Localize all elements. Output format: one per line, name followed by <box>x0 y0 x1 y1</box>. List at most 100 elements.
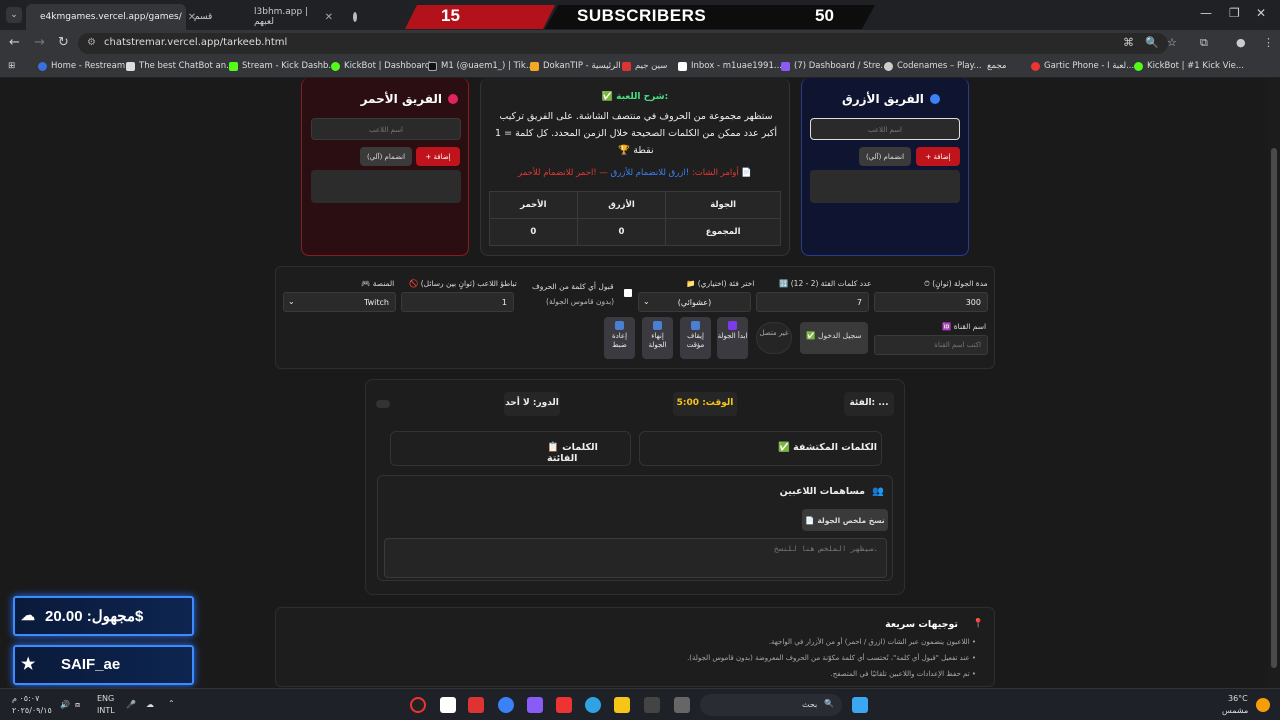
lang-primary[interactable]: ENG <box>97 694 114 703</box>
blue-team-title: الفريق الأزرق <box>842 92 940 106</box>
obs-icon[interactable] <box>410 697 426 713</box>
toggle-switch[interactable] <box>376 400 390 408</box>
copilot-icon[interactable] <box>527 697 543 713</box>
pause-button[interactable]: إيقاف مؤقت <box>680 317 711 359</box>
tab-globe[interactable] <box>345 4 365 30</box>
round-duration-input[interactable]: 300 <box>874 292 988 312</box>
forward-icon[interactable]: → <box>34 35 45 50</box>
tab-e4kmgames[interactable]: e4kmgames.vercel.app/games/ ✕ <box>26 4 196 30</box>
red-join-button[interactable]: انضمام (آلي) <box>360 147 412 166</box>
platform-select[interactable]: Twitch ⌄ <box>283 292 396 312</box>
cooldown-input[interactable]: 1 <box>401 292 514 312</box>
folder-icon[interactable] <box>614 697 630 713</box>
overlay-title: SUBSCRIBERS <box>577 6 707 25</box>
network-icon[interactable]: ⧈ <box>75 700 80 710</box>
apps-icon[interactable]: ⊞ <box>8 61 15 71</box>
scrollbar[interactable] <box>1268 78 1280 688</box>
stop-icon <box>653 321 662 330</box>
category-words-input[interactable]: 7 <box>756 292 869 312</box>
globe-icon <box>353 12 357 22</box>
bookmark-6[interactable]: DokanTIP - الرئيسية <box>530 61 621 71</box>
tray-expand-icon[interactable]: ⌃ <box>168 699 175 708</box>
bookmark-5[interactable]: M1 (@uaem1_) | Tik... <box>428 61 534 71</box>
profile-avatar[interactable]: ● <box>1236 36 1246 49</box>
site-info-icon[interactable]: ⚙ <box>87 37 96 48</box>
category-label: 📁 اختر فئة (اختياري) <box>686 279 755 288</box>
score-header-round: الجولة <box>665 191 781 219</box>
store-icon[interactable] <box>644 697 660 713</box>
youtube-icon[interactable] <box>556 697 572 713</box>
copy-summary-button[interactable]: 📄 نسخ ملخص الجولة <box>802 509 888 531</box>
clock-date: ٢٠٢٥/٠٩/١٥ <box>12 706 52 715</box>
user-text: SAIF_ae <box>61 656 121 673</box>
app-icon-1[interactable] <box>440 697 456 713</box>
bookmark-4[interactable]: KickBot | Dashboard <box>331 61 430 71</box>
edge-icon[interactable] <box>585 697 601 713</box>
red-player-input[interactable]: اسم اللاعب <box>311 118 461 140</box>
red-add-button[interactable]: + إضافة <box>416 147 460 166</box>
end-round-button[interactable]: إنهاء الجولة <box>642 317 673 359</box>
bookmark-11[interactable]: مجمع <box>987 61 1006 71</box>
lang-secondary[interactable]: INTL <box>97 706 115 715</box>
tab-search-icon[interactable]: ⌄ <box>6 7 22 23</box>
tips-panel: توجيهات سريعة 📍 • اللاعبون ينضمون عبر ال… <box>275 607 995 687</box>
tab-bar: ⌄ e4kmgames.vercel.app/games/ ✕ قسم l3bh… <box>0 0 1280 30</box>
accept-any-checkbox[interactable] <box>624 289 632 297</box>
tab-l3bhm[interactable]: l3bhm.app | لعبهم ✕ <box>246 4 341 30</box>
bookmark-12[interactable]: Gartic Phone - لعبة ا... <box>1031 61 1134 71</box>
speaker-icon[interactable]: 🔊 <box>60 700 70 709</box>
bookmark-3[interactable]: Stream - Kick Dashb... <box>229 61 337 71</box>
missed-words-box: 📋 الكلمات الفائتة <box>390 431 631 466</box>
address-toolbar: ← → ↻ ⚙ chatstremar.vercel.app/tarkeeb.h… <box>0 30 1280 56</box>
bookmark-2[interactable]: The best ChatBot an... <box>126 61 234 71</box>
chrome-icon[interactable] <box>498 697 514 713</box>
donation-text: مجهول: 20.00$ <box>45 608 144 625</box>
temperature: 36°C <box>1228 694 1248 703</box>
bookmark-8[interactable]: Inbox - m1uae1991... <box>678 61 782 71</box>
reset-button[interactable]: إعادة ضبط <box>604 317 635 359</box>
found-words-box: ✅ الكلمات المكتشفة <box>639 431 882 466</box>
game-panel: الدور: لا أحد الوقت: 5:00 الفئة: ... 📋 ا… <box>365 379 905 595</box>
chat-commands: 📄 أوامر الشات: !ازرق للانضمام للأزرق — !… <box>518 168 752 178</box>
tips-title: توجيهات سريعة <box>885 619 958 630</box>
minimize-icon[interactable]: — <box>1200 6 1212 20</box>
mic-icon[interactable]: 🎤 <box>126 700 136 709</box>
channel-input[interactable]: اكتب اسم القناة <box>874 335 988 355</box>
back-icon[interactable]: ← <box>9 35 20 50</box>
app-icon-2[interactable] <box>468 697 484 713</box>
red-team-card: الفريق الأحمر اسم اللاعب + إضافة انضمام … <box>301 78 469 256</box>
menu-icon[interactable]: ⋮ <box>1263 36 1274 49</box>
category-select[interactable]: (عشوائي) ⌄ <box>638 292 751 312</box>
zoom-icon[interactable]: 🔍 <box>1145 36 1159 49</box>
taskview-icon[interactable] <box>674 697 690 713</box>
search-box[interactable]: بحث 🔍 <box>700 694 842 716</box>
bookmark-13[interactable]: KickBot | #1 Kick Vie... <box>1134 61 1244 71</box>
category-indicator: الفئة: ... <box>844 392 894 416</box>
explain-card: ✅ شرح اللعبة: ستظهر مجموعة من الحروف في … <box>480 78 790 256</box>
sun-icon[interactable] <box>1256 698 1270 712</box>
bookmark-7[interactable]: سين جيم <box>622 61 667 71</box>
bookmark-10[interactable]: Codenames – Play... <box>884 61 982 71</box>
blue-player-input[interactable]: اسم اللاعب <box>810 118 960 140</box>
login-button[interactable]: ✅ سجيل الدخول <box>800 322 868 354</box>
score-table: الأحمر الأزرق الجولة 0 0 المجموع <box>489 191 781 246</box>
translate-icon[interactable]: ⌘ <box>1123 36 1134 49</box>
close-icon[interactable]: ✕ <box>325 12 333 23</box>
maximize-icon[interactable]: ❐ <box>1229 6 1240 20</box>
windows-start-icon[interactable] <box>852 697 868 713</box>
url-bar[interactable]: ⚙ chatstremar.vercel.app/tarkeeb.html <box>78 33 1168 54</box>
start-round-button[interactable]: ابدأ الجولة <box>717 317 748 359</box>
pin-icon: 📍 <box>972 619 984 629</box>
tip-1: • اللاعبون ينضمون عبر الشات (ازرق / احمر… <box>768 638 976 646</box>
onedrive-icon[interactable]: ☁ <box>146 700 154 709</box>
close-window-icon[interactable]: ✕ <box>1256 6 1266 20</box>
blue-add-button[interactable]: + إضافة <box>916 147 960 166</box>
blue-join-button[interactable]: انضمام (آلي) <box>859 147 911 166</box>
bookmark-star-icon[interactable]: ☆ <box>1167 36 1177 49</box>
bookmark-1[interactable]: Home - Restream <box>38 61 125 71</box>
bookmark-9[interactable]: (7) Dashboard / Stre... <box>781 61 889 71</box>
extensions-icon[interactable]: ⧉ <box>1200 36 1208 50</box>
score-red: 0 <box>489 218 578 246</box>
reload-icon[interactable]: ↻ <box>58 35 69 50</box>
summary-textarea[interactable]: سيظهر الملخص هنا للنسخ. <box>384 538 887 578</box>
